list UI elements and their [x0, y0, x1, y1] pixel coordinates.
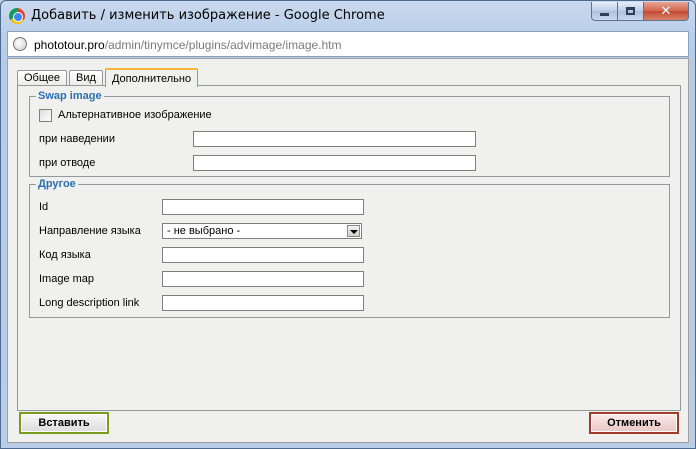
minimize-button[interactable] — [591, 2, 618, 21]
alt-image-label: Альтернативное изображение — [58, 109, 212, 121]
swap-image-fieldset: Swap image Альтернативное изображение пр… — [29, 90, 670, 177]
long-desc-label: Long description link — [39, 297, 140, 309]
insert-button[interactable]: Вставить — [19, 412, 109, 434]
image-map-label: Image map — [39, 273, 95, 285]
id-input[interactable] — [162, 199, 364, 215]
lang-code-input[interactable] — [162, 247, 364, 263]
other-fieldset: Другое Id Направление языка - не выбрано… — [29, 178, 670, 318]
alt-image-checkbox[interactable] — [39, 109, 52, 122]
long-desc-input[interactable] — [162, 295, 364, 311]
minimize-icon — [600, 12, 609, 16]
window-controls: ✕ — [591, 2, 689, 22]
globe-icon — [13, 37, 27, 51]
tab-bar: Общее Вид Дополнительно — [17, 66, 200, 87]
lang-direction-label: Направление языка — [39, 225, 141, 237]
browser-window: Добавить / изменить изображение - Google… — [0, 0, 696, 449]
close-icon: ✕ — [660, 3, 672, 18]
address-bar[interactable]: phototour.pro/admin/tinymce/plugins/advi… — [7, 31, 689, 57]
maximize-button[interactable] — [618, 2, 644, 21]
tab-panel: Swap image Альтернативное изображение пр… — [17, 85, 681, 411]
maximize-icon — [626, 7, 635, 15]
url-text: phototour.pro/admin/tinymce/plugins/advi… — [34, 38, 342, 52]
cancel-button[interactable]: Отменить — [589, 412, 679, 434]
title-bar: Добавить / изменить изображение - Google… — [1, 1, 695, 31]
window-title: Добавить / изменить изображение - Google… — [31, 8, 385, 23]
image-map-input[interactable] — [162, 271, 364, 287]
tab-advanced[interactable]: Дополнительно — [104, 68, 199, 87]
tab-appearance[interactable]: Вид — [69, 70, 103, 86]
chevron-down-icon[interactable] — [347, 225, 360, 237]
lang-direction-value: - не выбрано - — [167, 225, 241, 237]
dialog-content: Общее Вид Дополнительно Swap image Альте… — [7, 58, 689, 443]
lang-direction-select[interactable]: - не выбрано - — [162, 223, 362, 239]
close-button[interactable]: ✕ — [644, 2, 689, 21]
on-out-input[interactable] — [193, 155, 476, 171]
url-host: phototour.pro — [34, 38, 105, 52]
on-hover-input[interactable] — [193, 131, 476, 147]
id-label: Id — [39, 201, 49, 213]
lang-code-label: Код языка — [39, 249, 91, 261]
chrome-icon — [9, 8, 25, 24]
other-legend: Другое — [36, 178, 78, 190]
on-hover-label: при наведении — [39, 133, 115, 145]
tab-general[interactable]: Общее — [17, 70, 68, 86]
url-path: /admin/tinymce/plugins/advimage/image.ht… — [104, 38, 342, 52]
on-out-label: при отводе — [39, 157, 96, 169]
swap-image-legend: Swap image — [36, 90, 104, 102]
